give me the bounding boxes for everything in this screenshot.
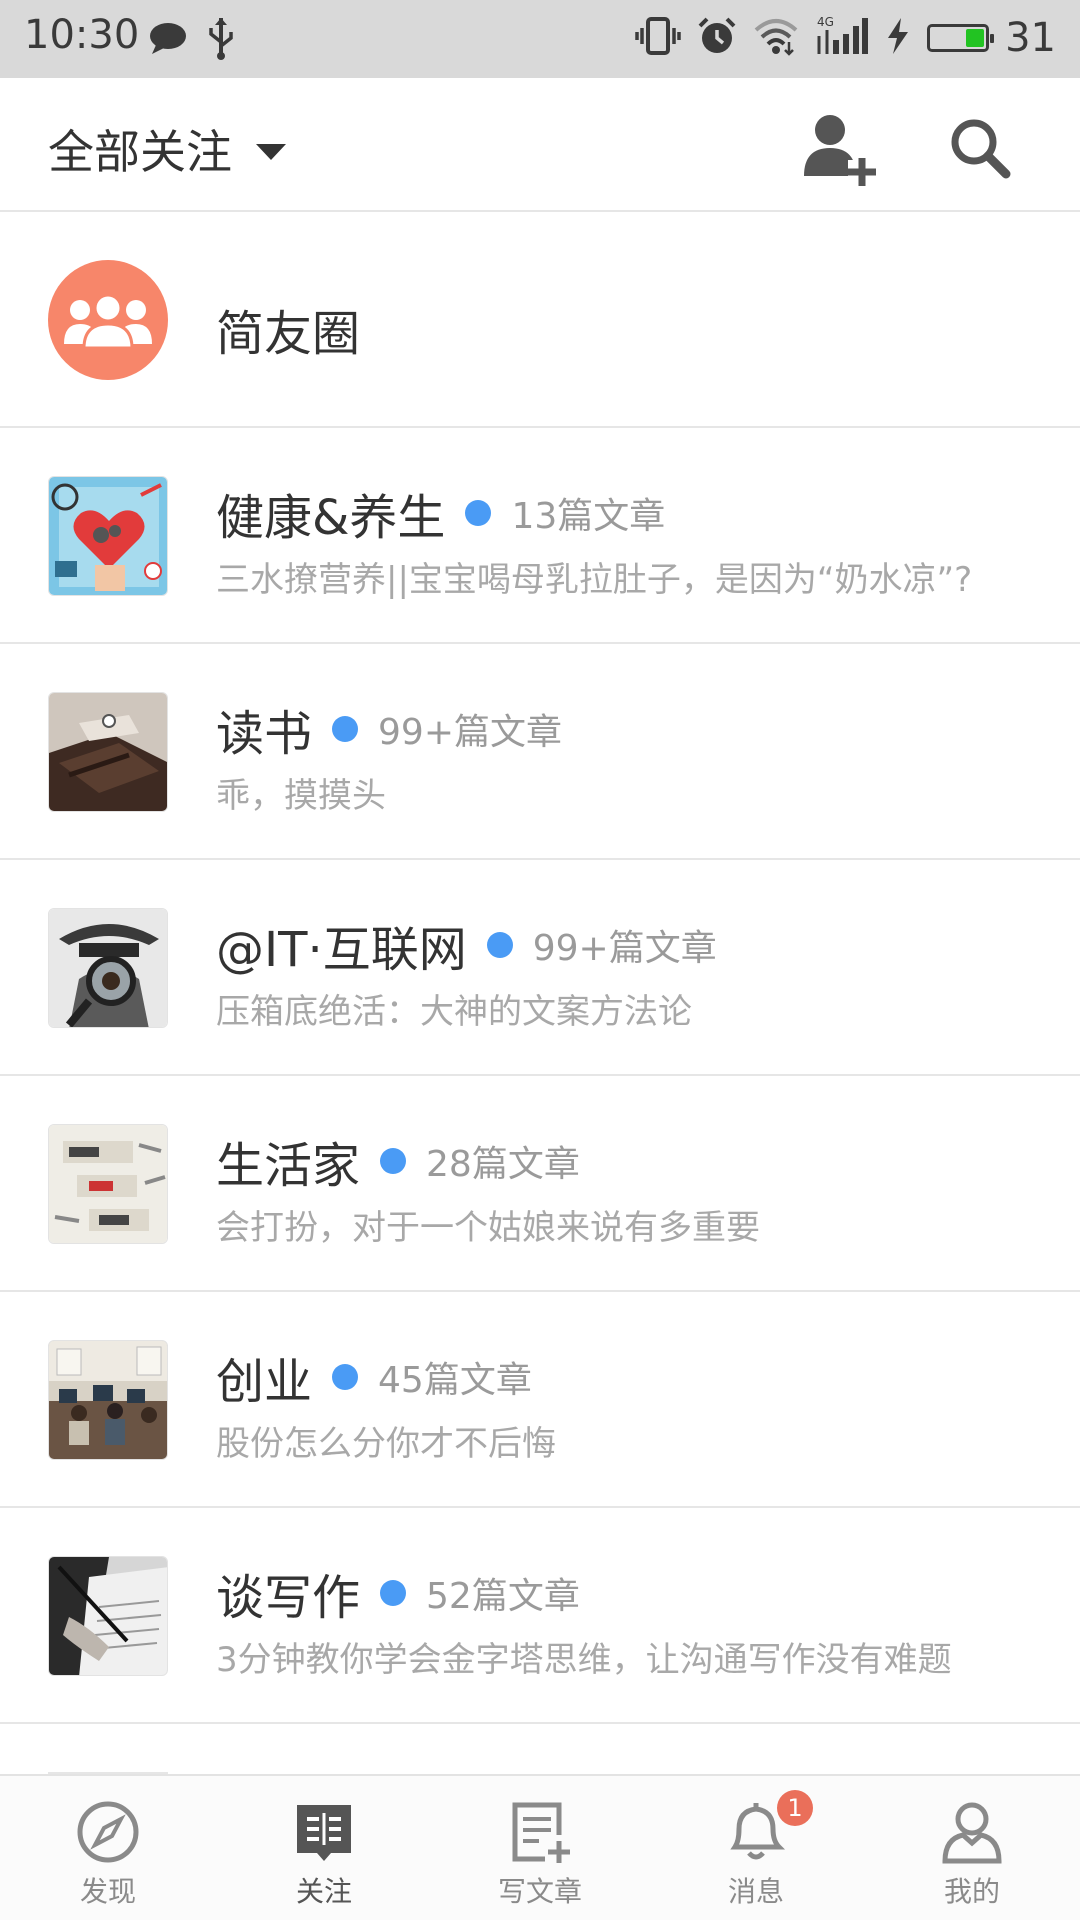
collection-row[interactable]: 读书 99+篇文章 乖，摸摸头: [0, 644, 1080, 860]
following-icon: [291, 1796, 357, 1868]
nav-write-article[interactable]: 写文章: [432, 1776, 648, 1920]
usb-icon: [206, 16, 236, 64]
collection-title-line: 健康&养生 13篇文章: [216, 478, 665, 548]
write-article-icon: [507, 1796, 573, 1868]
latest-article: 会打扮，对于一个姑娘来说有多重要: [216, 1208, 760, 1248]
charging-icon: [885, 16, 911, 60]
collection-title: 健康&养生: [216, 490, 446, 546]
chat-icon: [148, 21, 188, 59]
status-time: 10:30: [24, 12, 140, 58]
nav-label: 发现: [79, 1875, 136, 1908]
collection-row[interactable]: 生活家 28篇文章 会打扮，对于一个姑娘来说有多重要: [0, 1076, 1080, 1292]
compass-icon: [75, 1796, 141, 1868]
article-count: 52篇文章: [426, 1576, 580, 1617]
collection-title-line: @IT·互联网 99+篇文章: [216, 910, 717, 980]
collection-title: @IT·互联网: [216, 922, 467, 978]
nav-label: 消息: [727, 1875, 784, 1908]
collection-title: 读书: [216, 706, 313, 762]
update-dot: [486, 932, 513, 958]
add-user-icon[interactable]: [798, 108, 878, 188]
nav-following[interactable]: 关注: [216, 1776, 432, 1920]
collection-thumbnail: [48, 692, 168, 812]
collection-thumbnail: [48, 476, 168, 596]
battery-fill: [966, 29, 985, 47]
wifi-icon: [753, 16, 799, 60]
vibrate-icon: [635, 16, 681, 60]
bell-icon: 1: [723, 1790, 813, 1868]
latest-article: 压箱底绝活：大神的文案方法论: [216, 992, 692, 1032]
battery-icon: [927, 24, 995, 52]
update-dot: [332, 1364, 359, 1390]
alarm-icon: [697, 16, 737, 60]
article-count: 13篇文章: [511, 496, 666, 537]
nav-messages[interactable]: 1 消息: [648, 1776, 864, 1920]
friends-circle-icon: [48, 260, 168, 380]
update-dot: [380, 1580, 407, 1606]
friends-circle-label: 简友圈: [216, 306, 361, 362]
search-icon[interactable]: [940, 108, 1020, 188]
collection-title-line: 谈写作 52篇文章: [216, 1558, 580, 1628]
collection-thumbnail: [48, 1124, 168, 1244]
collection-row[interactable]: @IT·互联网 99+篇文章 压箱底绝活：大神的文案方法论: [0, 860, 1080, 1076]
svg-text:4G: 4G: [817, 15, 834, 29]
status-right-icons: 4G 31: [635, 10, 1056, 66]
update-dot: [332, 716, 359, 742]
status-left-icons: [148, 16, 236, 64]
caret-down-icon: [256, 144, 286, 160]
collection-thumbnail: [48, 908, 168, 1028]
collection-title: 创业: [216, 1354, 313, 1410]
nav-profile[interactable]: 我的: [864, 1776, 1080, 1920]
nav-label: 关注: [295, 1875, 352, 1908]
update-dot: [380, 1148, 407, 1174]
friends-circle-row[interactable]: 简友圈: [0, 212, 1080, 428]
collection-title: 谈写作: [216, 1570, 361, 1626]
collection-row[interactable]: 谈写作 52篇文章 3分钟教你学会金字塔思维，让沟通写作没有难题: [0, 1508, 1080, 1724]
header-title: 全部关注: [48, 125, 232, 179]
latest-article: 股份怎么分你才不后悔: [216, 1424, 556, 1464]
bottom-navigation: 发现 关注 写文章 1 消息 我的: [0, 1774, 1080, 1920]
collection-title: 生活家: [216, 1138, 361, 1194]
article-count: 99+篇文章: [378, 712, 562, 753]
latest-article: 乖，摸摸头: [216, 776, 386, 816]
article-count: 45篇文章: [378, 1360, 532, 1401]
signal-4g-icon: 4G: [815, 14, 869, 62]
app-header: 全部关注: [0, 78, 1080, 212]
latest-article: 三水撩营养||宝宝喝母乳拉肚子，是因为“奶水凉”?: [216, 560, 973, 600]
following-filter-dropdown[interactable]: 全部关注: [48, 116, 286, 182]
collection-row[interactable]: 创业 45篇文章 股份怎么分你才不后悔: [0, 1292, 1080, 1508]
status-bar: 10:30 4G 31: [0, 0, 1080, 78]
latest-article: 3分钟教你学会金字塔思维，让沟通写作没有难题: [216, 1640, 952, 1680]
article-count: 28篇文章: [426, 1144, 580, 1185]
collection-thumbnail: [48, 1340, 168, 1460]
collection-title-line: 生活家 28篇文章: [216, 1126, 580, 1196]
notification-badge: 1: [777, 1790, 813, 1826]
nav-discover[interactable]: 发现: [0, 1776, 216, 1920]
nav-label: 我的: [943, 1875, 1000, 1908]
collection-title-line: 创业 45篇文章: [216, 1342, 532, 1412]
collection-row[interactable]: 健康&养生 13篇文章 三水撩营养||宝宝喝母乳拉肚子，是因为“奶水凉”?: [0, 428, 1080, 644]
collection-thumbnail: [48, 1556, 168, 1676]
profile-icon: [939, 1796, 1005, 1868]
battery-level: 31: [1005, 15, 1056, 61]
update-dot: [465, 500, 492, 526]
nav-label: 写文章: [497, 1875, 582, 1908]
article-count: 99+篇文章: [532, 928, 717, 969]
collection-title-line: 读书 99+篇文章: [216, 694, 562, 764]
